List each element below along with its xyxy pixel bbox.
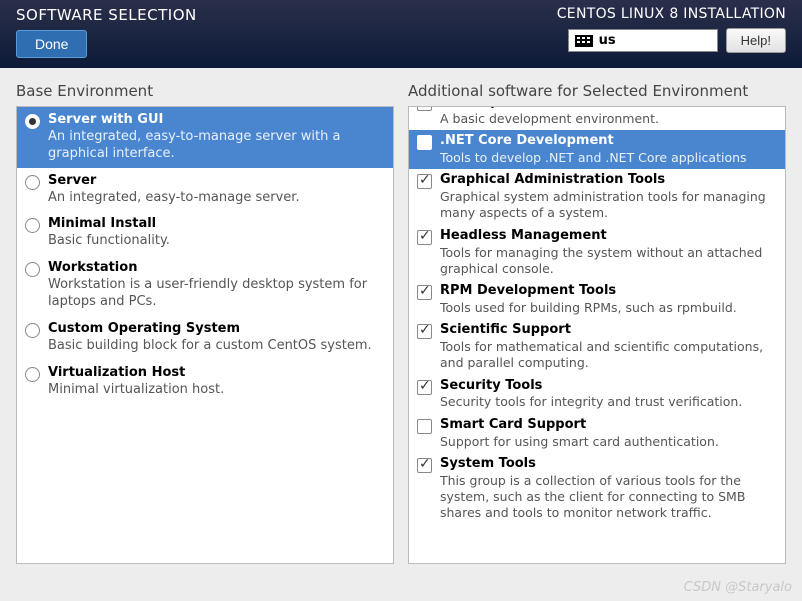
help-button[interactable]: Help! [726, 28, 786, 53]
radio-icon[interactable] [25, 218, 40, 233]
checkbox-icon[interactable] [417, 106, 432, 111]
addon-item[interactable]: System ToolsThis group is a collection o… [409, 453, 785, 525]
addon-item[interactable]: Smart Card SupportSupport for using smar… [409, 414, 785, 453]
addon-item[interactable]: Graphical Administration ToolsGraphical … [409, 169, 785, 224]
base-env-item[interactable]: Server with GUIAn integrated, easy-to-ma… [17, 107, 393, 168]
item-text: RPM Development ToolsTools used for buil… [440, 283, 777, 316]
checkbox-icon[interactable] [417, 458, 432, 473]
item-title: Minimal Install [48, 216, 385, 233]
item-title: Headless Management [440, 228, 777, 245]
item-desc: Support for using smart card authenticat… [440, 434, 777, 450]
addon-item[interactable]: Scientific SupportTools for mathematical… [409, 319, 785, 374]
item-title: Virtualization Host [48, 365, 385, 382]
item-title: RPM Development Tools [440, 283, 777, 300]
item-title: Server with GUI [48, 112, 385, 129]
item-desc: Tools used for building RPMs, such as rp… [440, 300, 777, 316]
item-text: Development ToolsA basic development env… [440, 106, 777, 127]
item-desc: Tools for mathematical and scientific co… [440, 339, 777, 372]
item-desc: Basic functionality. [48, 233, 385, 250]
addon-item[interactable]: Development ToolsA basic development env… [409, 106, 785, 130]
item-desc: An integrated, easy-to-manage server wit… [48, 129, 385, 163]
base-env-item[interactable]: Virtualization HostMinimal virtualizatio… [17, 360, 393, 404]
addon-item[interactable]: Headless ManagementTools for managing th… [409, 225, 785, 280]
addons-pane: Additional software for Selected Environ… [408, 82, 786, 564]
item-title: .NET Core Development [440, 133, 777, 150]
item-text: Security ToolsSecurity tools for integri… [440, 378, 777, 411]
item-text: Custom Operating SystemBasic building bl… [48, 321, 385, 355]
content-area: Base Environment Server with GUIAn integ… [0, 68, 802, 572]
base-env-item[interactable]: WorkstationWorkstation is a user-friendl… [17, 255, 393, 316]
checkbox-icon[interactable] [417, 174, 432, 189]
item-title: Security Tools [440, 378, 777, 395]
top-bar-left: SOFTWARE SELECTION Done [16, 6, 197, 58]
radio-icon[interactable] [25, 114, 40, 129]
item-text: Smart Card SupportSupport for using smar… [440, 417, 777, 450]
base-env-item[interactable]: Minimal InstallBasic functionality. [17, 211, 393, 255]
checkbox-icon[interactable] [417, 135, 432, 150]
checkbox-icon[interactable] [417, 380, 432, 395]
radio-icon[interactable] [25, 367, 40, 382]
keyboard-icon [575, 35, 593, 47]
item-desc: An integrated, easy-to-manage server. [48, 190, 385, 207]
top-bar-right: CENTOS LINUX 8 INSTALLATION us Help! [557, 6, 786, 53]
addon-item[interactable]: RPM Development ToolsTools used for buil… [409, 280, 785, 319]
item-desc: Workstation is a user-friendly desktop s… [48, 277, 385, 311]
top-bar: SOFTWARE SELECTION Done CENTOS LINUX 8 I… [0, 0, 802, 68]
item-title: Scientific Support [440, 322, 777, 339]
item-text: System ToolsThis group is a collection o… [440, 456, 777, 522]
item-text: ServerAn integrated, easy-to-manage serv… [48, 173, 385, 207]
checkbox-icon[interactable] [417, 324, 432, 339]
item-text: Scientific SupportTools for mathematical… [440, 322, 777, 371]
item-title: Smart Card Support [440, 417, 777, 434]
checkbox-icon[interactable] [417, 285, 432, 300]
item-text: Graphical Administration ToolsGraphical … [440, 172, 777, 221]
radio-icon[interactable] [25, 262, 40, 277]
checkbox-icon[interactable] [417, 419, 432, 434]
base-environment-list[interactable]: Server with GUIAn integrated, easy-to-ma… [16, 106, 394, 564]
base-environment-heading: Base Environment [16, 82, 394, 100]
radio-icon[interactable] [25, 175, 40, 190]
base-env-item[interactable]: ServerAn integrated, easy-to-manage serv… [17, 168, 393, 212]
item-title: Custom Operating System [48, 321, 385, 338]
item-title: Workstation [48, 260, 385, 277]
item-title: Server [48, 173, 385, 190]
item-desc: Tools for managing the system without an… [440, 245, 777, 278]
item-desc: Basic building block for a custom CentOS… [48, 338, 385, 355]
top-bar-controls: us Help! [568, 28, 786, 53]
radio-icon[interactable] [25, 323, 40, 338]
keyboard-layout-selector[interactable]: us [568, 29, 718, 52]
base-env-item[interactable]: Custom Operating SystemBasic building bl… [17, 316, 393, 360]
installer-title: CENTOS LINUX 8 INSTALLATION [557, 6, 786, 22]
item-desc: Security tools for integrity and trust v… [440, 394, 777, 410]
item-text: Virtualization HostMinimal virtualizatio… [48, 365, 385, 399]
keyboard-layout-label: us [599, 33, 616, 48]
addon-item[interactable]: .NET Core DevelopmentTools to develop .N… [409, 130, 785, 169]
watermark: CSDN @Staryalo [684, 580, 792, 595]
base-environment-pane: Base Environment Server with GUIAn integ… [16, 82, 394, 564]
item-text: WorkstationWorkstation is a user-friendl… [48, 260, 385, 311]
checkbox-icon[interactable] [417, 230, 432, 245]
item-title: System Tools [440, 456, 777, 473]
item-text: Server with GUIAn integrated, easy-to-ma… [48, 112, 385, 163]
addon-item[interactable]: Security ToolsSecurity tools for integri… [409, 375, 785, 414]
page-title: SOFTWARE SELECTION [16, 6, 197, 24]
addons-heading: Additional software for Selected Environ… [408, 82, 786, 100]
item-desc: Tools to develop .NET and .NET Core appl… [440, 150, 777, 166]
item-desc: This group is a collection of various to… [440, 473, 777, 522]
item-desc: Graphical system administration tools fo… [440, 189, 777, 222]
item-title: Graphical Administration Tools [440, 172, 777, 189]
item-text: .NET Core DevelopmentTools to develop .N… [440, 133, 777, 166]
item-desc: Minimal virtualization host. [48, 382, 385, 399]
item-text: Minimal InstallBasic functionality. [48, 216, 385, 250]
item-desc: A basic development environment. [440, 111, 777, 127]
done-button[interactable]: Done [16, 30, 87, 58]
item-text: Headless ManagementTools for managing th… [440, 228, 777, 277]
addons-list[interactable]: Development ToolsA basic development env… [408, 106, 786, 564]
